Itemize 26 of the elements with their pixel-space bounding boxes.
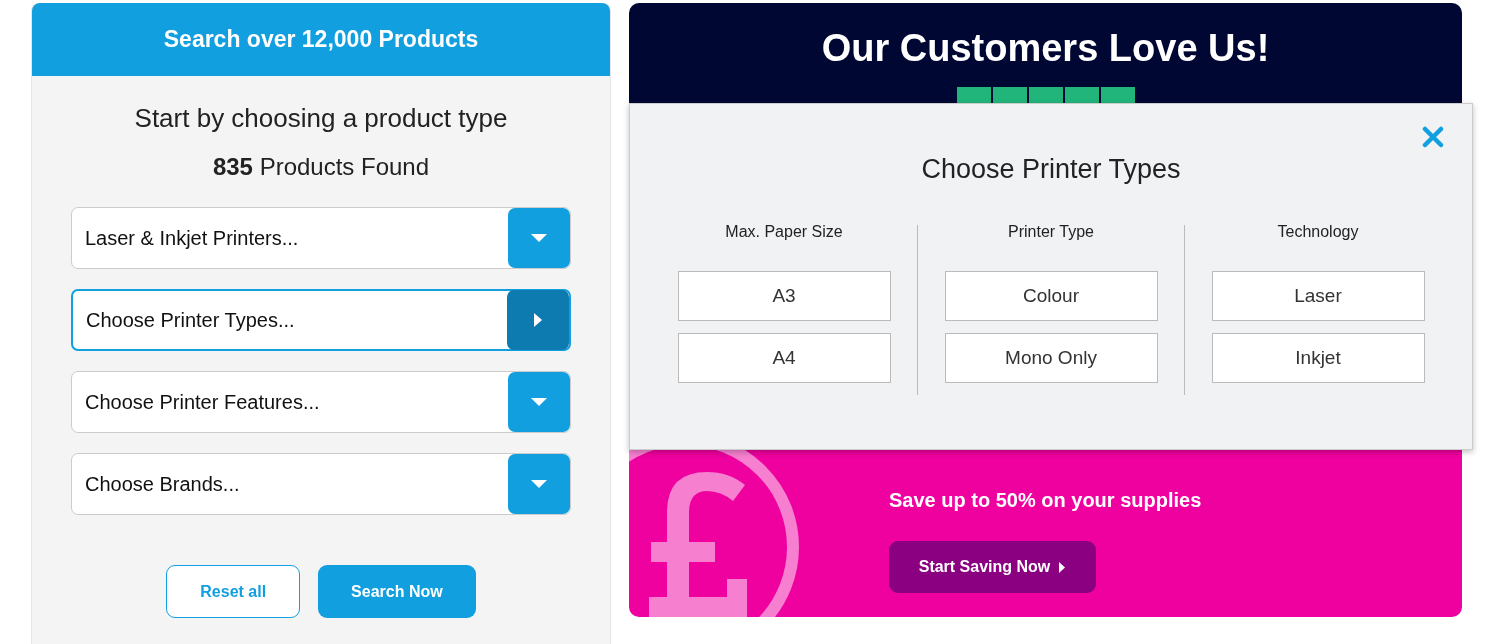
panel-title: Search over 12,000 Products	[163, 26, 479, 53]
option-button[interactable]: A4	[677, 333, 891, 383]
caret-down-icon	[530, 479, 548, 489]
dropdown-field[interactable]: Choose Brands...	[71, 453, 571, 515]
panel-heading: Start by choosing a product type	[134, 103, 508, 134]
close-icon[interactable]	[1422, 126, 1444, 148]
caret-down-icon	[530, 233, 548, 243]
products-found: 835 Products Found	[212, 153, 430, 181]
dropdown-field[interactable]: Laser & Inkjet Printers...	[71, 207, 571, 269]
caret-down-icon	[530, 397, 548, 407]
column-heading: Technology	[1277, 223, 1359, 241]
option-button[interactable]: A3	[677, 271, 891, 321]
start-saving-button[interactable]: Start Saving Now	[889, 541, 1096, 593]
banner-subline: Save up to 50% on your supplies	[889, 489, 1202, 512]
dropdown-field[interactable]: Choose Printer Types...	[71, 289, 571, 351]
option-button[interactable]: Laser	[1211, 271, 1425, 321]
option-button[interactable]: Colour	[944, 271, 1158, 321]
caret-right-icon	[533, 312, 543, 328]
column-heading: Printer Type	[1008, 223, 1094, 241]
caret-right-icon	[1058, 560, 1067, 574]
option-button[interactable]: Mono Only	[944, 333, 1158, 383]
popup-title: Choose Printer Types	[921, 154, 1181, 185]
option-button[interactable]: Inkjet	[1211, 333, 1425, 383]
column-heading: Max. Paper Size	[725, 223, 843, 241]
promo-title: Our Customers Love Us!	[821, 27, 1270, 70]
dropdown-field[interactable]: Choose Printer Features...	[71, 371, 571, 433]
